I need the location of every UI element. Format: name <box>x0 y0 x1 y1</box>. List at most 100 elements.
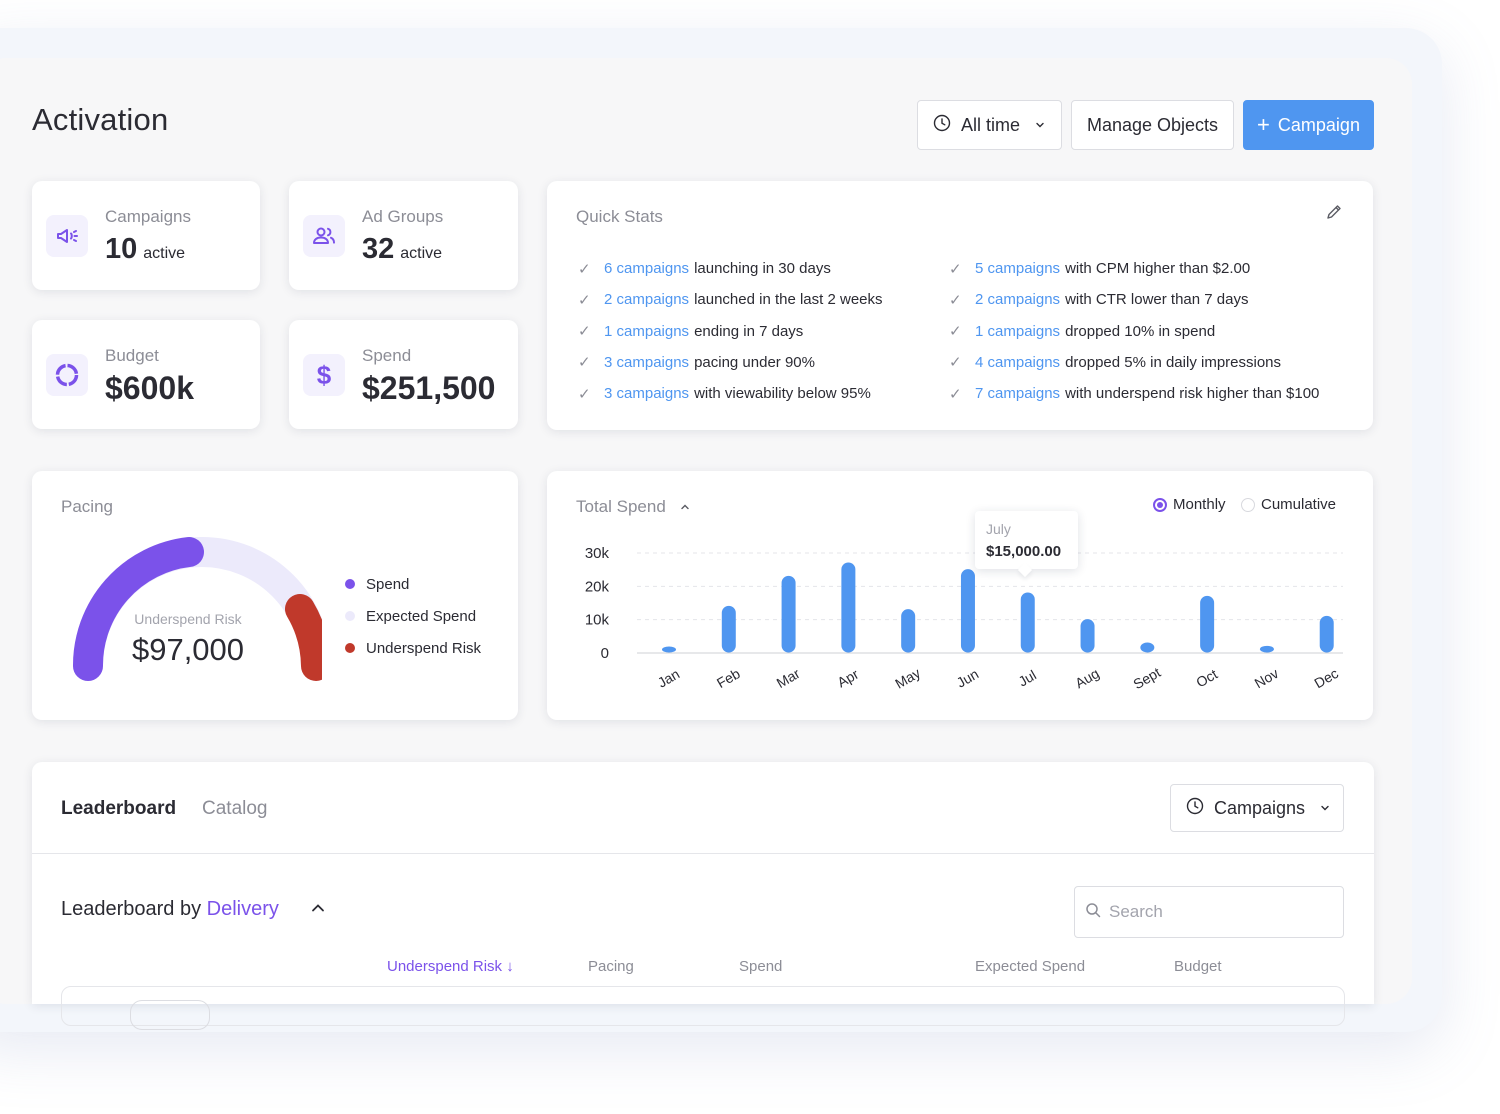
spend-stat-card[interactable]: $ Spend $251,500 <box>289 320 518 429</box>
chart-tooltip: July $15,000.00 <box>975 511 1078 569</box>
bar-nov[interactable] <box>1259 645 1274 653</box>
bar-may[interactable] <box>901 609 916 653</box>
x-tick-label: Sept <box>1130 664 1163 692</box>
quick-stat-item: ✓ 6 campaigns launching in 30 days <box>578 260 831 278</box>
legend-dot <box>345 579 355 589</box>
add-campaign-button[interactable]: + Campaign <box>1243 100 1374 150</box>
delivery-selector[interactable]: Delivery <box>207 898 279 920</box>
quick-stat-item: ✓ 2 campaigns launched in the last 2 weeks <box>578 291 883 309</box>
column-budget[interactable]: Budget <box>1174 958 1222 975</box>
bar-jun[interactable] <box>960 569 975 653</box>
campaigns-dropdown[interactable]: Campaigns <box>1170 784 1344 832</box>
quick-stat-link[interactable]: 4 campaigns <box>975 354 1060 371</box>
leaderboard-title: Leaderboard by Delivery <box>61 898 279 920</box>
pencil-icon[interactable] <box>1325 203 1343 226</box>
x-tick-label: Jul <box>1016 667 1040 690</box>
search-icon <box>1085 902 1101 923</box>
users-icon <box>303 215 345 257</box>
leaderboard-card: Leaderboard Catalog Campaigns Leaderboar… <box>32 762 1374 1030</box>
quick-stat-link[interactable]: 1 campaigns <box>604 323 689 340</box>
time-filter-dropdown[interactable]: All time <box>917 100 1062 150</box>
total-spend-chart: 30k 20k 10k 0 Jan Feb Mar Apr May Jun Jul Aug Sept Oc… <box>585 545 1343 692</box>
check-icon: ✓ <box>949 385 962 403</box>
quick-stats-title: Quick Stats <box>576 207 663 226</box>
chevron-down-icon <box>1034 115 1046 136</box>
tab-catalog[interactable]: Catalog <box>202 798 268 820</box>
clock-icon <box>933 114 951 137</box>
check-icon: ✓ <box>578 354 591 372</box>
campaigns-label: Campaigns <box>105 207 191 226</box>
column-underspend-risk[interactable]: Underspend Risk ↓ <box>387 958 514 975</box>
spend-label: Spend <box>362 346 412 365</box>
gauge-risk-arc <box>285 594 322 681</box>
x-tick-label: Jun <box>954 666 982 691</box>
budget-stat-card[interactable]: Budget $600k <box>32 320 260 429</box>
bar-aug[interactable] <box>1080 619 1095 653</box>
gauge-center-label: Underspend Risk <box>134 611 242 627</box>
legend-item-expected: Expected Spend <box>345 600 481 632</box>
bar-jul[interactable] <box>1020 592 1035 653</box>
chevron-up-icon[interactable] <box>310 900 326 921</box>
manage-objects-button[interactable]: Manage Objects <box>1071 100 1234 150</box>
quick-stat-link[interactable]: 2 campaigns <box>975 291 1060 308</box>
time-filter-label: All time <box>961 114 1021 135</box>
pacing-card: Pacing Underspend Risk $97,000 Spend Exp… <box>32 471 518 720</box>
quick-stat-item: ✓ 3 campaigns pacing under 90% <box>578 353 815 372</box>
y-tick-label: 20k <box>585 578 610 595</box>
bar-oct[interactable] <box>1200 595 1215 653</box>
pacing-legend: Spend Expected Spend Underspend Risk <box>345 568 481 664</box>
search-field[interactable] <box>1074 886 1344 938</box>
legend-item-spend: Spend <box>345 568 481 600</box>
megaphone-icon <box>46 215 88 257</box>
budget-label: Budget <box>105 346 159 365</box>
check-icon: ✓ <box>949 260 962 278</box>
quick-stats-left-list: ✓ 6 campaigns launching in 30 days ✓ 2 camp… <box>578 253 883 409</box>
x-tick-label: Mar <box>774 665 803 691</box>
quick-stat-link[interactable]: 6 campaigns <box>604 260 689 277</box>
check-icon: ✓ <box>578 260 591 278</box>
search-input[interactable] <box>1109 902 1329 922</box>
check-icon: ✓ <box>949 354 962 372</box>
quick-stat-item: ✓ 1 campaigns dropped 10% in spend <box>949 322 1216 341</box>
ad-groups-stat-card[interactable]: Ad Groups 32 active <box>289 181 518 290</box>
quick-stat-item: ✓ 4 campaigns dropped 5% in daily impressi… <box>949 353 1282 372</box>
y-tick-label: 10k <box>585 612 610 629</box>
quick-stat-link[interactable]: 7 campaigns <box>975 385 1060 402</box>
check-icon: ✓ <box>949 323 962 341</box>
bar-dec[interactable] <box>1319 615 1334 653</box>
quick-stat-link[interactable]: 3 campaigns <box>604 385 689 402</box>
bar-feb[interactable] <box>721 605 736 653</box>
quick-stat-item: ✓ 5 campaigns with CPM higher than $2.00 <box>949 260 1251 278</box>
check-icon: ✓ <box>578 385 591 403</box>
y-tick-label: 0 <box>601 645 609 662</box>
check-icon: ✓ <box>578 323 591 341</box>
campaigns-stat-card[interactable]: Campaigns 10 active <box>32 181 260 290</box>
legend-item-risk: Underspend Risk <box>345 632 481 664</box>
bar-sept[interactable] <box>1140 642 1155 653</box>
quick-stat-link[interactable]: 2 campaigns <box>604 291 689 308</box>
quick-stat-link[interactable]: 5 campaigns <box>975 260 1060 277</box>
ad-groups-value: 32 active <box>362 233 443 265</box>
add-campaign-label: Campaign <box>1277 114 1360 135</box>
x-tick-label: Jan <box>655 666 683 691</box>
check-icon: ✓ <box>949 291 962 309</box>
column-pacing[interactable]: Pacing <box>588 958 634 975</box>
y-tick-label: 30k <box>585 545 610 562</box>
column-spend[interactable]: Spend <box>739 958 782 975</box>
bar-mar[interactable] <box>781 575 796 653</box>
legend-dot <box>345 611 355 621</box>
x-tick-label: Feb <box>714 665 743 691</box>
table-row[interactable] <box>61 986 1345 1030</box>
quick-stats-right-list: ✓ 5 campaigns with CPM higher than $2.00 ✓… <box>949 253 1319 409</box>
quick-stat-link[interactable]: 3 campaigns <box>604 354 689 371</box>
bar-jan[interactable] <box>662 646 676 653</box>
quick-stat-link[interactable]: 1 campaigns <box>975 323 1060 340</box>
plus-icon: + <box>1257 112 1270 137</box>
bar-apr[interactable] <box>841 562 856 653</box>
tab-leaderboard[interactable]: Leaderboard <box>61 798 176 820</box>
page-title: Activation <box>32 102 169 137</box>
x-tick-label: Apr <box>834 666 861 691</box>
pacing-title: Pacing <box>61 497 113 516</box>
total-spend-card: Total Spend Monthly Cumulative 30k 20k 10k… <box>547 471 1373 720</box>
column-expected-spend[interactable]: Expected Spend <box>975 958 1085 975</box>
